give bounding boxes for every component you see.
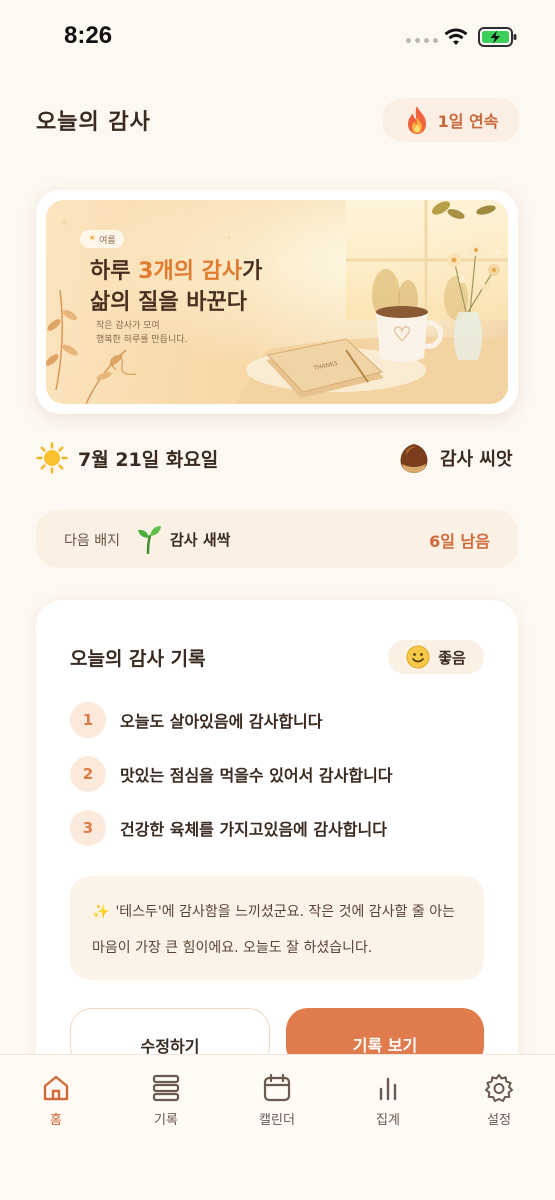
item-text: 오늘도 살아있음에 감사합니다 bbox=[120, 712, 323, 731]
item-text: 맛있는 점심을 먹을수 있어서 감사합니다 bbox=[120, 766, 393, 785]
sprout-icon bbox=[138, 526, 161, 554]
headline-accent: 3개의 감사 bbox=[138, 259, 243, 284]
seed-row[interactable]: 감사 씨앗 bbox=[398, 442, 513, 474]
message-box: ✨ '테스두'에 감사함을 느끼셨군요. 작은 것에 감사할 줄 아는 마음이 가… bbox=[70, 876, 484, 980]
mood-label: 좋음 bbox=[438, 648, 466, 667]
records-icon bbox=[152, 1074, 180, 1102]
headline-line2: 삶의 질을 바꾼다 bbox=[90, 290, 247, 315]
headline-post: 가 bbox=[242, 259, 263, 284]
bottom-nav: 홈 기록 캘린더 집계 설정 bbox=[0, 1054, 555, 1200]
next-badge-remaining: 6일 남음 bbox=[429, 532, 490, 551]
nav-label: 기록 bbox=[154, 1113, 178, 1128]
chestnut-icon bbox=[400, 444, 428, 473]
svg-text:✦: ✦ bbox=[226, 234, 232, 242]
nav-item-records[interactable]: 기록 bbox=[126, 1073, 206, 1128]
item-text: 건강한 육체를 가지고있음에 감사합니다 bbox=[120, 820, 387, 839]
seed-label: 감사 씨앗 bbox=[440, 449, 513, 470]
item-number: 1 bbox=[70, 702, 106, 738]
nav-item-stats[interactable]: 집계 bbox=[348, 1073, 428, 1128]
sun-icon bbox=[36, 442, 68, 474]
nav-label: 설정 bbox=[487, 1113, 511, 1128]
list-item: 2 맛있는 점심을 먹을수 있어서 감사합니다 bbox=[70, 756, 393, 792]
list-item: 1 오늘도 살아있음에 감사합니다 bbox=[70, 702, 323, 738]
streak-label: 1일 연속 bbox=[437, 112, 499, 131]
nav-label: 집계 bbox=[376, 1113, 400, 1128]
banner-image: THANKS ✦ ✦ ☀ 여름 하루 3개의 감사가 삶의 질을 바꾼다 작은 … bbox=[46, 200, 508, 404]
list-item: 3 건강한 육체를 가지고있음에 감사합니다 bbox=[70, 810, 387, 846]
svg-text:✦: ✦ bbox=[60, 218, 68, 229]
banner-subtitle: 작은 감사가 모여 행복한 하루를 만듭니다. bbox=[96, 319, 187, 347]
item-number: 3 bbox=[70, 810, 106, 846]
headline-pre: 하루 bbox=[90, 259, 139, 284]
banner-headline: 하루 3개의 감사가 삶의 질을 바꾼다 bbox=[90, 256, 262, 318]
battery-charging-icon bbox=[478, 27, 517, 47]
nav-item-settings[interactable]: 설정 bbox=[459, 1073, 539, 1128]
date-label: 7월 21일 화요일 bbox=[78, 448, 219, 471]
next-badge-card[interactable]: 다음 배지 감사 새싹 6일 남음 bbox=[36, 510, 518, 568]
wifi-icon bbox=[444, 28, 468, 45]
sun-small-icon: ☀ bbox=[88, 234, 97, 244]
sparkle-icon: ✨ bbox=[92, 904, 110, 920]
page-title: 오늘의 감사 bbox=[36, 110, 151, 135]
banner-sub-line1: 작은 감사가 모여 bbox=[96, 321, 160, 331]
mood-chip[interactable]: 좋음 bbox=[388, 640, 484, 674]
signal-dots-icon bbox=[406, 38, 438, 43]
settings-icon bbox=[485, 1074, 513, 1102]
record-title: 오늘의 감사 기록 bbox=[70, 648, 206, 670]
calendar-icon bbox=[263, 1073, 291, 1102]
season-label: 여름 bbox=[99, 235, 116, 246]
streak-badge[interactable]: 1일 연속 bbox=[382, 98, 520, 142]
stats-icon bbox=[379, 1077, 397, 1101]
nav-label: 홈 bbox=[50, 1113, 62, 1128]
date-row: 7월 21일 화요일 bbox=[36, 442, 218, 474]
next-badge-name: 감사 새싹 bbox=[170, 531, 231, 549]
status-time: 8:26 bbox=[64, 22, 113, 49]
next-badge-label: 다음 배지 bbox=[64, 533, 120, 549]
nav-item-home[interactable]: 홈 bbox=[16, 1073, 96, 1128]
home-icon bbox=[43, 1075, 69, 1101]
flame-icon bbox=[407, 106, 426, 134]
banner-sub-line2: 행복한 하루를 만듭니다. bbox=[96, 335, 188, 345]
message-text: '테스두'에 감사함을 느끼셨군요. 작은 것에 감사할 줄 아는 마음이 가장… bbox=[92, 904, 455, 956]
smile-icon bbox=[406, 645, 430, 669]
record-card: 오늘의 감사 기록 좋음 1 오늘도 살아있음에 감사합니다 2 맛있는 점심을… bbox=[36, 600, 518, 1120]
nav-item-calendar[interactable]: 캘린더 bbox=[237, 1073, 317, 1128]
status-bar: 8:26 bbox=[0, 0, 555, 70]
banner-card[interactable]: THANKS ✦ ✦ ☀ 여름 하루 3개의 감사가 삶의 질을 바꾼다 작은 … bbox=[36, 190, 518, 414]
item-number: 2 bbox=[70, 756, 106, 792]
nav-label: 캘린더 bbox=[259, 1113, 295, 1128]
season-chip: ☀ 여름 bbox=[80, 230, 124, 248]
